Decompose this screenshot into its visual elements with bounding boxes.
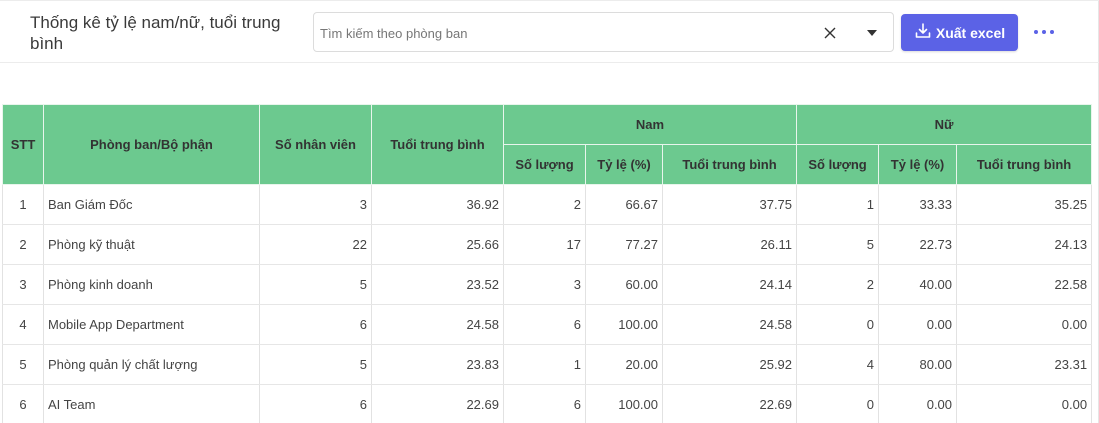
export-label: Xuất excel [935,24,1006,41]
table-header: STT Phòng ban/Bộ phận Số nhân viên Tuổi … [2,104,1093,185]
cell-male-avg-age: 24.14 [662,264,798,305]
cell-department: AI Team [43,384,260,423]
cell-male-count: 17 [503,224,586,265]
cell-male-ratio: 60.00 [585,264,663,305]
cell-stt: 6 [2,384,44,423]
page-title: Thống kê tỷ lệ nam/nữ, tuổi trung bình [30,13,281,53]
cell-employees: 5 [259,264,372,305]
cell-avg-age: 36.92 [371,184,504,225]
table-row[interactable]: 5 Phòng quản lý chất lượng 5 23.83 1 20.… [2,344,1093,385]
col-header-male-count[interactable]: Số lượng [503,144,586,185]
cell-male-count: 6 [503,304,586,345]
clear-icon[interactable] [820,23,840,43]
col-header-female-avg-age[interactable]: Tuổi trung bình [956,144,1093,185]
cell-female-ratio: 0.00 [878,384,958,423]
cell-department: Phòng kỹ thuật [43,224,260,265]
col-header-male-avg-age[interactable]: Tuổi trung bình [661,144,798,185]
search-input[interactable] [320,22,800,44]
cell-male-avg-age: 22.69 [662,384,798,423]
cell-avg-age: 23.83 [371,344,504,385]
col-header-employees[interactable]: Số nhân viên [259,104,372,185]
cell-male-ratio: 100.00 [585,304,663,345]
cell-male-avg-age: 25.92 [662,344,798,385]
cell-female-avg-age: 0.00 [956,304,1093,345]
cell-department: Mobile App Department [43,304,260,345]
col-header-avg-age[interactable]: Tuổi trung bình [371,104,504,185]
cell-female-ratio: 80.00 [878,344,958,385]
cell-male-count: 3 [503,264,586,305]
cell-avg-age: 23.52 [371,264,504,305]
cell-female-avg-age: 22.58 [956,264,1093,305]
cell-male-count: 2 [503,184,586,225]
cell-male-avg-age: 37.75 [662,184,798,225]
cell-female-avg-age: 23.31 [956,344,1093,385]
cell-male-count: 1 [503,344,586,385]
cell-stt: 2 [2,224,44,265]
cell-stt: 1 [2,184,44,225]
cell-male-ratio: 20.00 [585,344,663,385]
cell-female-count: 0 [796,384,880,423]
chevron-down-icon[interactable] [862,23,882,43]
table-row[interactable]: 3 Phòng kinh doanh 5 23.52 3 60.00 24.14… [2,264,1093,305]
cell-avg-age: 25.66 [371,224,504,265]
gender-age-table: STT Phòng ban/Bộ phận Số nhân viên Tuổi … [2,104,1093,423]
cell-employees: 3 [259,184,372,225]
table-row[interactable]: 6 AI Team 6 22.69 6 100.00 22.69 0 0.00 … [2,384,1093,423]
cell-department: Phòng quản lý chất lượng [43,344,260,385]
cell-female-count: 2 [796,264,880,305]
cell-employees: 22 [259,224,372,265]
cell-female-ratio: 40.00 [878,264,958,305]
cell-female-ratio: 0.00 [878,304,958,345]
cell-stt: 3 [2,264,44,305]
cell-male-avg-age: 26.11 [662,224,798,265]
cell-female-ratio: 33.33 [878,184,958,225]
cell-female-count: 1 [796,184,880,225]
cell-employees: 6 [259,384,372,423]
cell-female-count: 5 [796,224,880,265]
table-row[interactable]: 1 Ban Giám Đốc 3 36.92 2 66.67 37.75 1 3… [2,184,1093,225]
department-search [313,12,894,52]
cell-avg-age: 24.58 [371,304,504,345]
col-group-male: Nam [502,104,798,145]
col-header-male-ratio[interactable]: Tỷ lệ (%) [585,144,663,185]
cell-female-count: 0 [796,304,880,345]
col-header-department[interactable]: Phòng ban/Bộ phận [43,104,260,185]
col-header-female-count[interactable]: Số lượng [796,144,880,185]
cell-female-ratio: 22.73 [878,224,958,265]
table-body: 1 Ban Giám Đốc 3 36.92 2 66.67 37.75 1 3… [2,184,1093,423]
cell-stt: 5 [2,344,44,385]
cell-employees: 5 [259,344,372,385]
col-header-stt[interactable]: STT [2,104,44,185]
col-header-female-ratio[interactable]: Tỷ lệ (%) [878,144,958,185]
export-excel-button[interactable]: Xuất excel [901,14,1018,51]
table-row[interactable]: 4 Mobile App Department 6 24.58 6 100.00… [2,304,1093,345]
report-page: Thống kê tỷ lệ nam/nữ, tuổi trung bình X… [0,0,1099,423]
cell-female-count: 4 [796,344,880,385]
cell-female-avg-age: 0.00 [956,384,1093,423]
cell-male-count: 6 [503,384,586,423]
col-group-female: Nữ [796,104,1093,145]
cell-male-avg-age: 24.58 [662,304,798,345]
header-divider [0,62,1099,63]
table-row[interactable]: 2 Phòng kỹ thuật 22 25.66 17 77.27 26.11… [2,224,1093,265]
more-options-icon[interactable] [1030,22,1058,42]
cell-stt: 4 [2,304,44,345]
cell-avg-age: 22.69 [371,384,504,423]
cell-employees: 6 [259,304,372,345]
cell-male-ratio: 66.67 [585,184,663,225]
top-border [0,0,1099,1]
cell-female-avg-age: 35.25 [956,184,1093,225]
cell-female-avg-age: 24.13 [956,224,1093,265]
download-icon [914,22,932,43]
cell-male-ratio: 100.00 [585,384,663,423]
cell-male-ratio: 77.27 [585,224,663,265]
cell-department: Phòng kinh doanh [43,264,260,305]
cell-department: Ban Giám Đốc [43,184,260,225]
